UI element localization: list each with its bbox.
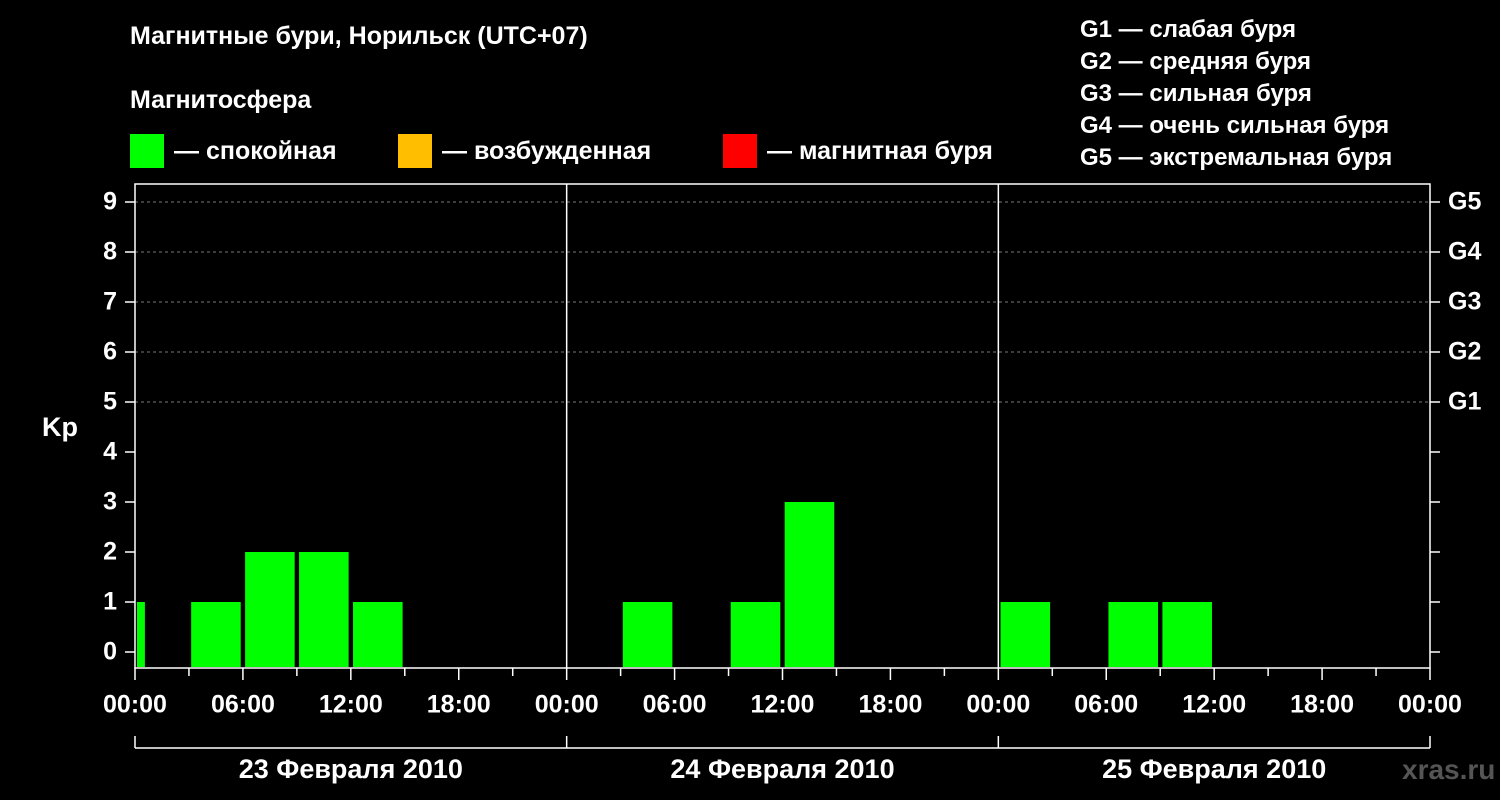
- bar: [784, 502, 835, 667]
- y-tick-label: 7: [103, 288, 117, 316]
- kp-chart: 0 1 2 3 4 5 6 7 8 9 G1 G2 G3 G4 G5 00:00 06:00 12:00 18:00…: [103, 183, 1481, 784]
- y-tick-label: 2: [103, 538, 117, 566]
- y-tick-label: 6: [103, 338, 117, 366]
- x-tick-label: 06:00: [643, 691, 707, 719]
- bar: [191, 602, 241, 667]
- day-label: 25 Февраля 2010: [1102, 754, 1326, 784]
- x-tick-label: 06:00: [211, 691, 275, 719]
- y-tick-label: 9: [103, 188, 117, 216]
- bar: [299, 552, 349, 667]
- bar: [622, 602, 673, 667]
- g-level-label: G5: [1448, 188, 1481, 216]
- bar: [730, 602, 781, 667]
- y-tick-label: 4: [103, 438, 117, 466]
- x-tick-label: 18:00: [1290, 691, 1354, 719]
- g-level-label: G1: [1448, 388, 1481, 416]
- y-tick-label: 5: [103, 388, 117, 416]
- x-tick-label: 00:00: [966, 691, 1030, 719]
- x-tick-label: 00:00: [535, 691, 599, 719]
- bar: [353, 602, 403, 667]
- x-tick-label: 18:00: [427, 691, 491, 719]
- g-level-label: G3: [1448, 288, 1481, 316]
- bar: [137, 602, 145, 667]
- x-tick-label: 12:00: [751, 691, 815, 719]
- x-tick-label: 00:00: [103, 691, 167, 719]
- y-tick-label: 0: [103, 638, 117, 666]
- y-tick-label: 8: [103, 238, 117, 266]
- g-level-label: G2: [1448, 338, 1481, 366]
- bar: [1108, 602, 1159, 667]
- bar: [1000, 602, 1051, 667]
- bar: [1162, 602, 1212, 667]
- day-label: 23 Февраля 2010: [239, 754, 463, 784]
- x-tick-label: 06:00: [1074, 691, 1138, 719]
- x-tick-label: 12:00: [1182, 691, 1246, 719]
- y-tick-label: 1: [103, 588, 117, 616]
- g-level-label: G4: [1448, 238, 1481, 266]
- x-tick-label: 00:00: [1398, 691, 1462, 719]
- bar: [245, 552, 295, 667]
- y-tick-label: 3: [103, 488, 117, 516]
- day-label: 24 Февраля 2010: [670, 754, 894, 784]
- x-tick-label: 12:00: [319, 691, 383, 719]
- x-tick-label: 18:00: [858, 691, 922, 719]
